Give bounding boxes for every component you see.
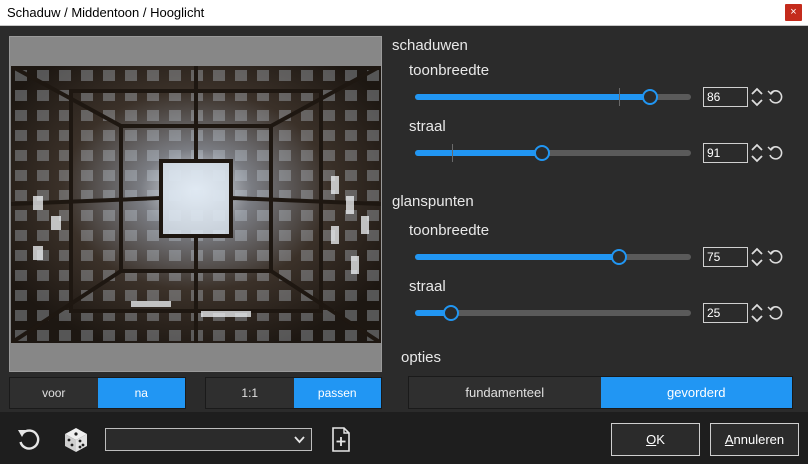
slider-default-tick	[452, 144, 453, 162]
before-button[interactable]: voor	[10, 378, 98, 408]
slider-handle[interactable]	[641, 89, 658, 105]
photo-preview	[11, 66, 381, 343]
slider-default-tick	[619, 88, 620, 106]
close-icon: ×	[790, 6, 797, 18]
highlights-radius-slider[interactable]	[415, 304, 691, 322]
cancel-mnemonic: A	[724, 432, 734, 447]
slider-fill	[415, 254, 620, 260]
highlights-radius-input[interactable]: 25	[703, 303, 748, 323]
preview-panel	[9, 36, 382, 372]
spin-arrows-icon[interactable]	[750, 302, 764, 324]
cancel-button[interactable]: Annuleren	[710, 423, 799, 456]
dice-icon[interactable]	[62, 426, 90, 454]
shadows-radius-input[interactable]: 91	[703, 143, 748, 163]
compare-toggle: voor na	[9, 377, 186, 409]
highlights-width-slider[interactable]	[415, 248, 691, 266]
after-button[interactable]: na	[97, 378, 185, 408]
shadows-width-input[interactable]: 86	[703, 87, 748, 107]
ok-mnemonic: O	[646, 432, 657, 447]
reset-all-icon[interactable]	[16, 427, 42, 453]
new-preset-icon[interactable]	[331, 427, 351, 452]
highlights-radius-label: straal	[409, 278, 446, 295]
shadows-width-slider[interactable]	[415, 88, 691, 106]
slider-handle[interactable]	[442, 305, 459, 321]
slider-handle[interactable]	[611, 249, 628, 265]
highlights-width-input[interactable]: 75	[703, 247, 748, 267]
preset-select[interactable]	[105, 428, 312, 451]
close-button[interactable]: ×	[785, 4, 802, 21]
zoom-toggle: 1:1 passen	[205, 377, 382, 409]
spin-arrows-icon[interactable]	[750, 246, 764, 268]
ok-label: K	[656, 432, 665, 447]
highlights-width-label: toonbreedte	[409, 222, 490, 239]
spin-arrows-icon[interactable]	[750, 142, 764, 164]
slider-fill	[415, 150, 542, 156]
shadows-width-label: toonbreedte	[409, 62, 490, 79]
shadows-radius-label: straal	[409, 118, 446, 135]
reset-icon[interactable]	[767, 89, 783, 105]
chevron-down-icon	[294, 436, 305, 444]
advanced-mode-button[interactable]: gevorderd	[600, 377, 792, 408]
spin-arrows-icon[interactable]	[750, 86, 764, 108]
ok-button[interactable]: OK	[611, 423, 700, 456]
highlights-heading: glanspunten	[392, 193, 474, 210]
preview-image[interactable]	[11, 66, 381, 343]
slider-handle[interactable]	[533, 145, 550, 161]
cancel-label: nnuleren	[733, 432, 785, 447]
slider-fill	[415, 94, 650, 100]
window-title: Schaduw / Middentoon / Hooglicht	[7, 5, 205, 20]
shadows-heading: schaduwen	[392, 37, 468, 54]
zoom-1to1-button[interactable]: 1:1	[206, 378, 294, 408]
title-bar: Schaduw / Middentoon / Hooglicht ×	[0, 0, 808, 26]
options-heading: opties	[401, 349, 442, 366]
shadows-radius-slider[interactable]	[415, 144, 691, 162]
mode-toggle: fundamenteel gevorderd	[408, 376, 793, 409]
reset-icon[interactable]	[767, 145, 783, 161]
reset-icon[interactable]	[767, 305, 783, 321]
reset-icon[interactable]	[767, 249, 783, 265]
basic-mode-button[interactable]: fundamenteel	[409, 377, 601, 408]
zoom-fit-button[interactable]: passen	[293, 378, 381, 408]
